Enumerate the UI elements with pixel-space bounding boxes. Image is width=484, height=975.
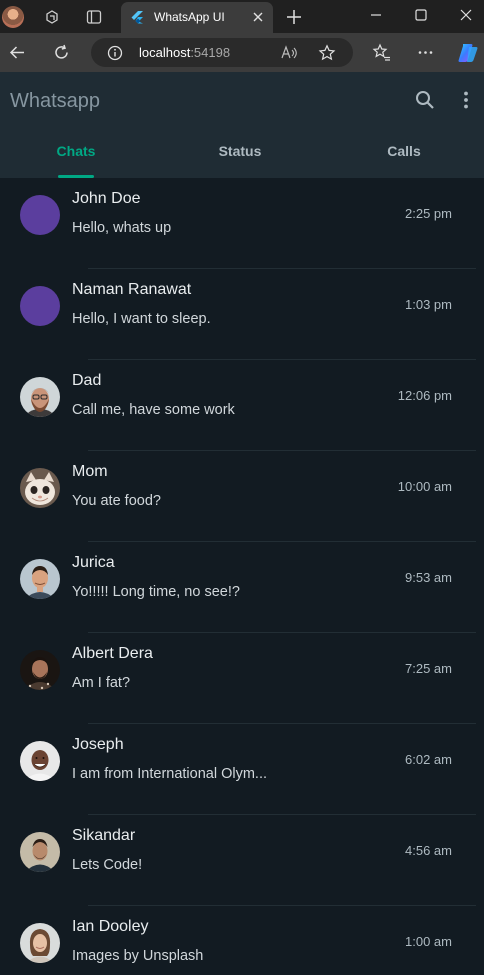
chat-item-jurica[interactable]: Jurica Yo!!!!! Long time, no see!? 9:53 …: [0, 542, 484, 633]
url-host: localhost: [139, 45, 191, 60]
address-bar[interactable]: localhost:54198: [91, 38, 353, 67]
tab-calls[interactable]: Calls: [328, 130, 480, 178]
chat-last-message: Lets Code!: [72, 857, 143, 873]
chat-name: Sikandar: [72, 827, 136, 844]
chat-last-message: Hello, I want to sleep.: [72, 311, 211, 327]
chat-time: 10:00 am: [397, 479, 452, 494]
avatar: [20, 195, 60, 235]
avatar-photo: [20, 559, 60, 599]
avatar: [20, 650, 60, 690]
chat-time: 6:02 am: [405, 752, 452, 767]
chat-item-albert-dera[interactable]: Albert Dera Am I fat? 7:25 am: [0, 633, 484, 724]
avatar-photo: [20, 741, 60, 781]
chat-list[interactable]: John Doe Hello, whats up 2:25 pm Naman R…: [0, 178, 484, 975]
tab-bar: Chats Status Calls: [0, 130, 484, 178]
chat-last-message: I am from International Olym...: [72, 766, 268, 782]
url-text: localhost:54198: [139, 45, 230, 60]
avatar-photo: [20, 377, 60, 417]
menu-kebab-icon[interactable]: [455, 89, 477, 111]
app-title: Whatsapp: [10, 90, 101, 112]
chat-last-message: Call me, have some work: [72, 402, 235, 418]
workspaces-icon[interactable]: [43, 8, 61, 26]
add-favorite-star-icon[interactable]: [318, 44, 336, 62]
tab-actions-icon[interactable]: [85, 8, 103, 26]
browser-tab-strip: WhatsApp UI: [0, 0, 484, 33]
search-icon[interactable]: [414, 89, 436, 111]
tab-chats-label: Chats: [56, 143, 96, 159]
avatar: [20, 559, 60, 599]
chat-item-naman-ranawat[interactable]: Naman Ranawat Hello, I want to sleep. 1:…: [0, 269, 484, 360]
chat-name: John Doe: [72, 190, 141, 207]
favorites-icon[interactable]: [372, 43, 391, 62]
chat-time: 12:06 pm: [397, 388, 452, 403]
avatar: [20, 832, 60, 872]
chat-name: Albert Dera: [72, 645, 153, 662]
chat-item-mom[interactable]: Mom You ate food? 10:00 am: [0, 451, 484, 542]
chat-last-message: Hello, whats up: [72, 220, 172, 236]
chat-time: 7:25 am: [405, 661, 452, 676]
avatar: [20, 286, 60, 326]
browser-tab-title: WhatsApp UI: [154, 10, 225, 24]
site-info-icon[interactable]: [107, 45, 123, 61]
maximize-icon[interactable]: [411, 6, 431, 26]
chat-time: 2:25 pm: [405, 206, 452, 221]
flutter-icon: [131, 11, 143, 24]
avatar-photo: [20, 832, 60, 872]
copilot-icon[interactable]: [456, 41, 480, 65]
chat-item-joseph[interactable]: Joseph I am from International Olym... 6…: [0, 724, 484, 815]
back-arrow-icon[interactable]: [8, 43, 27, 62]
chat-name: Mom: [72, 463, 108, 480]
tab-calls-label: Calls: [387, 143, 421, 159]
chat-name: Joseph: [72, 736, 124, 753]
chat-last-message: You ate food?: [72, 493, 161, 509]
chat-last-message: Am I fat?: [72, 675, 131, 691]
avatar: [20, 741, 60, 781]
chat-last-message: Yo!!!!! Long time, no see!?: [72, 584, 240, 600]
avatar-photo: [20, 650, 60, 690]
new-tab-icon[interactable]: [285, 8, 303, 26]
chat-last-message: Images by Unsplash: [72, 948, 204, 964]
avatar-photo: [20, 468, 60, 508]
chat-item-sikandar[interactable]: Sikandar Lets Code! 4:56 am: [0, 815, 484, 906]
chat-item-ian-dooley[interactable]: Ian Dooley Images by Unsplash 1:00 am: [0, 906, 484, 975]
avatar: [20, 468, 60, 508]
minimize-icon[interactable]: [366, 6, 386, 26]
avatar: [20, 923, 60, 963]
tab-status[interactable]: Status: [164, 130, 316, 178]
chat-time: 1:00 am: [405, 934, 452, 949]
chat-item-john-doe[interactable]: John Doe Hello, whats up 2:25 pm: [0, 178, 484, 269]
browser-tab-whatsapp-ui[interactable]: WhatsApp UI: [121, 2, 273, 33]
avatar: [20, 377, 60, 417]
read-aloud-icon[interactable]: [280, 44, 298, 62]
close-tab-icon[interactable]: [251, 10, 265, 24]
app-bar: Whatsapp Chats Status Calls: [0, 72, 484, 178]
browser-toolbar: localhost:54198: [0, 33, 484, 72]
profile-avatar-icon[interactable]: [2, 6, 24, 28]
close-window-icon[interactable]: [456, 6, 476, 26]
chat-time: 9:53 am: [405, 570, 452, 585]
chat-time: 4:56 am: [405, 843, 452, 858]
url-port: :54198: [190, 45, 231, 60]
chat-time: 1:03 pm: [405, 297, 452, 312]
chat-name: Dad: [72, 372, 102, 389]
tab-status-label: Status: [218, 143, 262, 159]
avatar-photo: [20, 923, 60, 963]
chat-name: Naman Ranawat: [72, 281, 192, 298]
chat-name: Ian Dooley: [72, 918, 149, 935]
more-options-icon[interactable]: [416, 43, 435, 62]
refresh-icon[interactable]: [52, 43, 71, 62]
chat-item-dad[interactable]: Dad Call me, have some work 12:06 pm: [0, 360, 484, 451]
chat-name: Jurica: [72, 554, 115, 571]
tab-chats[interactable]: Chats: [0, 130, 152, 178]
